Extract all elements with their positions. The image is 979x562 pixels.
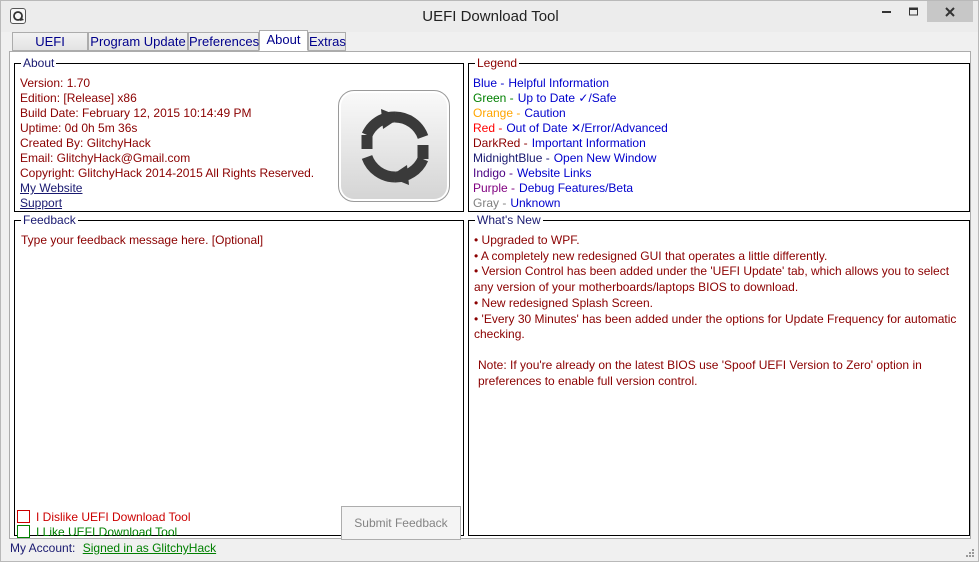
minimize-button[interactable] <box>873 1 901 22</box>
created-by-text: Created By: GlitchyHack <box>20 136 151 150</box>
legend-row: Green - Up to Date ✓/Safe <box>473 91 616 106</box>
legend-row: MidnightBlue - Open New Window <box>473 151 656 166</box>
window-title: UEFI Download Tool <box>422 8 559 25</box>
about-tab-panel: About Version: 1.70 Edition: [Release] x… <box>9 51 971 540</box>
legend-color-name: Blue - <box>473 76 505 90</box>
tab-program-update[interactable]: Program Update <box>88 32 188 51</box>
legend-color-name: Indigo - <box>473 166 514 180</box>
build-date-text: Build Date: February 12, 2015 10:14:49 P… <box>20 106 252 120</box>
feedback-group-title: Feedback <box>23 213 76 227</box>
feedback-input[interactable] <box>21 233 457 493</box>
legend-group-title: Legend <box>477 56 518 70</box>
tab-about[interactable]: About <box>259 30 308 51</box>
my-website-link[interactable]: My Website <box>20 181 82 196</box>
edition-text: Edition: [Release] x86 <box>20 91 137 105</box>
legend-row: Indigo - Website Links <box>473 166 592 181</box>
dislike-checkbox-box[interactable] <box>17 510 30 523</box>
support-link[interactable]: Support <box>20 196 62 211</box>
legend-color-name: Red - <box>473 121 503 135</box>
legend-description: Caution <box>524 106 566 120</box>
legend-description: Debug Features/Beta <box>519 181 634 195</box>
dislike-checkbox[interactable]: I Dislike UEFI Download Tool <box>17 510 191 524</box>
copyright-text: Copyright: GlitchyHack 2014-2015 All Rig… <box>20 166 315 180</box>
legend-row: Orange - Caution <box>473 106 566 121</box>
legend-description: Helpful Information <box>508 76 610 90</box>
whats-new-item: • Version Control has been added under t… <box>474 264 950 295</box>
dislike-label: I Dislike UEFI Download Tool <box>36 510 191 524</box>
legend-color-name: DarkRed - <box>473 136 528 150</box>
whats-new-list: • Upgraded to WPF. • A completely new re… <box>474 233 964 389</box>
whats-new-group: What's New • Upgraded to WPF. • A comple… <box>468 214 970 536</box>
legend-description: Unknown <box>510 196 561 210</box>
app-window: UEFI Download Tool UEFI Update Program U… <box>0 0 979 562</box>
version-text: Version: 1.70 <box>20 76 91 90</box>
about-group-title: About <box>23 56 55 70</box>
account-link[interactable]: Signed in as GlitchyHack <box>83 541 216 555</box>
tab-preferences[interactable]: Preferences <box>188 32 259 51</box>
tab-extras[interactable]: Extras <box>308 32 346 51</box>
legend-description: Website Links <box>517 166 592 180</box>
resize-grip-icon[interactable] <box>965 548 975 558</box>
whats-new-title: What's New <box>477 213 541 227</box>
legend-color-name: Purple - <box>473 181 516 195</box>
like-checkbox-box[interactable] <box>17 525 30 538</box>
close-button[interactable] <box>927 1 973 22</box>
whats-new-item: • 'Every 30 Minutes' has been added unde… <box>474 311 957 342</box>
status-bar: My Account: Signed in as GlitchyHack <box>10 541 216 555</box>
feedback-group: Feedback I Dislike UEFI Download Tool I … <box>14 213 464 540</box>
app-logo <box>338 90 450 202</box>
about-group: About Version: 1.70 Edition: [Release] x… <box>14 57 464 212</box>
uptime-text: Uptime: 0d 0h 5m 36s <box>20 121 138 135</box>
legend-row: Gray - Unknown <box>473 196 560 211</box>
legend-color-name: Green - <box>473 91 514 105</box>
title-bar[interactable]: UEFI Download Tool <box>1 1 978 32</box>
email-text: Email: GlitchyHack@Gmail.com <box>20 151 191 165</box>
account-label: My Account: <box>10 541 76 555</box>
legend-color-name: Gray - <box>473 196 507 210</box>
submit-feedback-button[interactable]: Submit Feedback <box>341 506 461 540</box>
legend-row: DarkRed - Important Information <box>473 136 646 151</box>
legend-row: Purple - Debug Features/Beta <box>473 181 633 196</box>
whats-new-item: • Upgraded to WPF. <box>474 233 580 247</box>
legend-description: Open New Window <box>553 151 657 165</box>
refresh-icon <box>361 109 429 185</box>
whats-new-item: • A completely new redesigned GUI that o… <box>474 248 828 263</box>
tab-uefi-update[interactable]: UEFI Update <box>12 32 88 66</box>
legend-color-name: MidnightBlue - <box>473 151 550 165</box>
legend-color-name: Orange - <box>473 106 521 120</box>
legend-row: Blue - Helpful Information <box>473 76 609 91</box>
legend-description: Important Information <box>531 136 646 150</box>
whats-new-item: • New redesigned Splash Screen. <box>474 295 653 310</box>
like-checkbox[interactable]: I Like UEFI Download Tool <box>17 525 177 539</box>
legend-description: Out of Date ✕/Error/Advanced <box>506 121 668 135</box>
legend-description: Up to Date ✓/Safe <box>517 91 617 105</box>
legend-group: Legend Blue - Helpful Information Green -U… <box>468 57 970 212</box>
like-label: I Like UEFI Download Tool <box>36 525 178 539</box>
maximize-button[interactable] <box>901 1 927 22</box>
legend-row: Red - Out of Date ✕/Error/Advanced <box>473 121 668 136</box>
whats-new-note: Note: If you're already on the latest BI… <box>478 357 922 388</box>
